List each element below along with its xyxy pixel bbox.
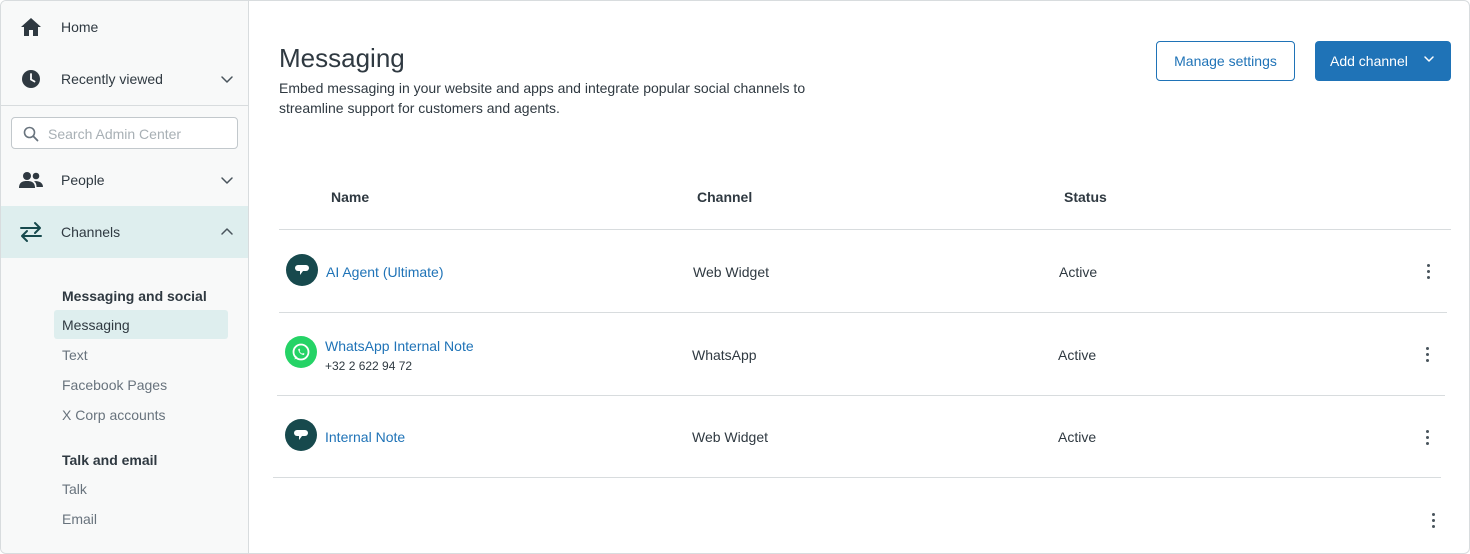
table-row[interactable]: WhatsApp Internal Note +32 2 622 94 72 W… — [279, 313, 1449, 395]
people-icon — [19, 168, 43, 192]
chevron-down-icon — [221, 177, 233, 184]
arrows-swap-icon — [19, 220, 43, 244]
channel-type: Web Widget — [692, 429, 768, 445]
search-icon — [23, 126, 39, 142]
main-content: Messaging Embed messaging in your websit… — [249, 1, 1469, 553]
sidebar-item-people[interactable]: People — [1, 154, 248, 206]
channel-status: Active — [1058, 429, 1097, 445]
sidebar-item-channels[interactable]: Channels — [1, 206, 248, 258]
chat-bubble-icon — [286, 254, 318, 286]
row-divider — [273, 477, 1441, 478]
app-window: Home Recently viewed People Channel — [0, 0, 1470, 554]
manage-settings-button[interactable]: Manage settings — [1156, 41, 1295, 81]
chevron-down-icon — [1424, 56, 1434, 62]
more-options-icon[interactable] — [1420, 261, 1436, 281]
more-options-icon[interactable] — [1419, 427, 1435, 447]
channel-name-link[interactable]: Internal Note — [325, 429, 405, 445]
add-channel-button[interactable]: Add channel — [1315, 41, 1451, 81]
sidebar-item-label: Home — [61, 19, 99, 35]
sidebar-item-label: Recently viewed — [61, 71, 163, 87]
more-options-icon[interactable] — [1419, 344, 1435, 364]
search-box[interactable] — [11, 117, 238, 149]
add-channel-label: Add channel — [1330, 53, 1408, 69]
sidebar-divider — [1, 105, 248, 106]
sidebar-item-home[interactable]: Home — [1, 1, 248, 53]
table-row[interactable]: AI Agent (Ultimate) Web Widget Active — [279, 230, 1449, 312]
table-row[interactable]: Internal Note Web Widget Active — [279, 396, 1449, 478]
sidebar-subitem-email[interactable]: Email — [54, 504, 228, 533]
channel-phone-number: +32 2 622 94 72 — [325, 359, 413, 373]
channel-name-link[interactable]: AI Agent (Ultimate) — [326, 264, 444, 280]
whatsapp-icon — [285, 336, 317, 368]
sidebar-subitem-talk[interactable]: Talk — [54, 474, 228, 503]
sidebar: Home Recently viewed People Channel — [1, 1, 249, 553]
sidebar-subitem-messaging[interactable]: Messaging — [54, 310, 228, 339]
channel-status: Active — [1058, 347, 1097, 363]
column-header-channel[interactable]: Channel — [697, 189, 752, 205]
chat-bubble-icon — [285, 419, 317, 451]
search-input[interactable] — [48, 124, 228, 144]
section-heading-talk-email: Talk and email — [62, 452, 158, 468]
section-heading-messaging-social: Messaging and social — [62, 288, 207, 304]
channel-status: Active — [1059, 264, 1098, 280]
channel-type: WhatsApp — [692, 347, 757, 363]
sidebar-subitem-facebook-pages[interactable]: Facebook Pages — [54, 370, 228, 399]
page-description: Embed messaging in your website and apps… — [279, 80, 806, 116]
sidebar-item-label: People — [61, 172, 105, 188]
column-header-name[interactable]: Name — [331, 189, 369, 205]
sidebar-subitem-text[interactable]: Text — [54, 340, 228, 369]
chevron-down-icon — [221, 76, 233, 83]
chevron-up-icon — [221, 228, 233, 235]
channel-name-link[interactable]: WhatsApp Internal Note — [325, 338, 474, 354]
sidebar-item-recently-viewed[interactable]: Recently viewed — [1, 53, 248, 105]
page-title: Messaging — [279, 43, 405, 73]
channel-type: Web Widget — [693, 264, 769, 280]
sidebar-subitem-x-corp-accounts[interactable]: X Corp accounts — [54, 400, 228, 429]
column-header-status[interactable]: Status — [1064, 189, 1107, 205]
clock-icon — [19, 67, 43, 91]
sidebar-item-label: Channels — [61, 224, 121, 240]
more-options-icon[interactable] — [1425, 510, 1441, 530]
home-icon — [19, 15, 43, 39]
